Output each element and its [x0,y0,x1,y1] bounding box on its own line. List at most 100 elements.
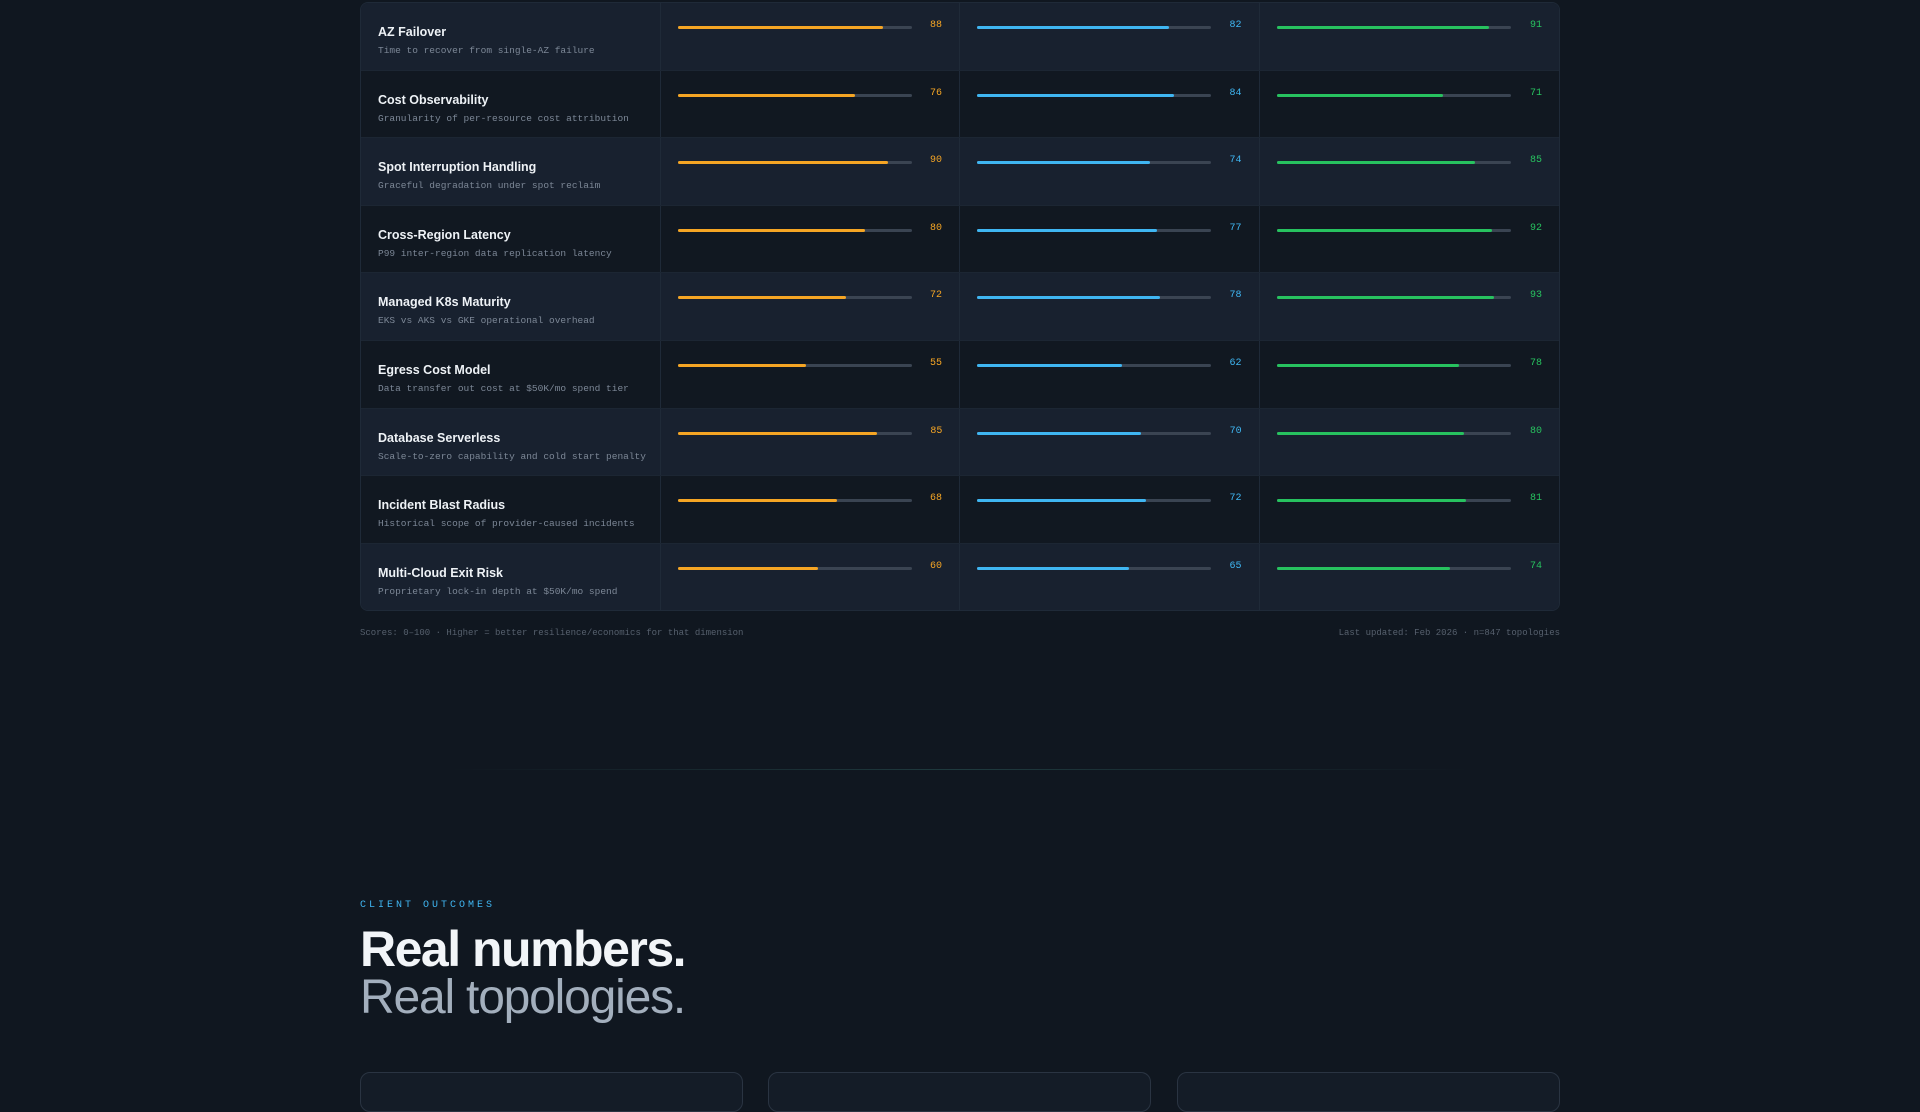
score-bar-track [1276,93,1511,97]
score-bar-track [1276,499,1511,503]
row-title: Multi-Cloud Exit Risk [378,565,503,580]
section-subheadline: Real topologies. [360,971,686,1024]
score-bar-fill [1276,566,1450,570]
row-title: AZ Failover [378,25,447,39]
score-cell: 76 [661,70,961,138]
comparison-table: AZ Failover Time to recover from single-A… [360,2,1560,611]
score-bar-fill [1276,499,1467,503]
row-description: Graceful degradation under spot reclaim [378,180,601,192]
section-headline: Real numbers. [360,921,687,977]
outcome-card[interactable] [1177,1072,1560,1112]
score-cell: 88 [661,3,961,70]
score-bar-track [678,431,912,435]
score-cell: 78 [960,273,1260,340]
score-value: 93 [1529,290,1542,302]
score-bar-track [1276,566,1511,570]
score-cell: 85 [1260,138,1559,205]
score-bar-track [1276,228,1511,232]
row-description: EKS vs AKS vs GKE operational overhead [378,315,595,327]
score-value: 82 [1229,20,1242,31]
score-value: 72 [1229,493,1242,505]
score-value: 74 [1229,155,1242,167]
table-row: Database Serverless Scale-to-zero capabil… [361,408,1559,477]
table-row: AZ Failover Time to recover from single-A… [361,3,1559,71]
score-bar-fill [677,499,837,503]
score-value: 72 [930,290,943,302]
table-row: Incident Blast Radius Historical scope of… [361,476,1559,544]
score-bar-fill [977,161,1151,165]
score-value: 78 [1529,357,1542,369]
score-cell: 71 [1260,71,1559,138]
score-value: 71 [1529,87,1542,99]
row-label-cell: Spot Interruption Handling Graceful degra… [361,138,661,205]
score-bar-fill [677,296,847,300]
row-title: Incident Blast Radius [378,498,506,513]
score-value: 62 [1229,357,1242,369]
score-bar-fill [1276,363,1460,367]
score-value: 68 [930,493,943,505]
row-title: Cross-Region Latency [378,227,511,242]
score-bar-track [677,296,912,300]
table-row: Egress Cost Model Data transfer out cost … [361,340,1559,409]
score-value: 84 [1229,87,1242,99]
score-cell: 80 [661,205,961,273]
score-cell: 70 [960,408,1260,476]
table-row: Cost Observability Granularity of per-res… [361,70,1559,139]
score-bar-fill [677,93,856,97]
score-bar-track [677,93,912,97]
score-value: 85 [1529,155,1542,167]
score-bar-track [977,499,1212,503]
score-bar-track [1276,296,1511,300]
score-bar-track [977,566,1212,570]
section-eyebrow: CLIENT OUTCOMES [360,900,496,911]
row-description: Scale-to-zero capability and cold start … [378,450,646,462]
score-bar-fill [677,363,807,367]
score-bar-fill [977,26,1169,29]
score-value: 88 [930,20,943,31]
score-bar-fill [977,296,1160,300]
row-label-cell: Database Serverless Scale-to-zero capabil… [361,408,661,476]
row-title: Database Serverless [378,430,501,445]
score-bar-fill [677,161,889,165]
score-value: 80 [930,222,943,234]
score-value: 80 [1529,425,1542,437]
score-bar-fill [1276,228,1492,232]
outcome-card[interactable] [768,1072,1151,1112]
score-bar-fill [677,26,884,29]
row-label-cell: Egress Cost Model Data transfer out cost … [361,340,661,408]
score-cell: 91 [1260,3,1559,70]
outcome-card[interactable] [360,1072,743,1112]
score-value: 78 [1229,290,1242,302]
table-row: Cross-Region Latency P99 inter-region dat… [361,205,1559,274]
score-bar-track [1276,431,1511,435]
score-cell: 90 [661,138,961,205]
score-bar-track [977,26,1212,29]
score-bar-fill [1276,431,1464,435]
score-cell: 65 [960,543,1260,610]
score-value: 91 [1529,20,1542,31]
table-row: Spot Interruption Handling Graceful degra… [361,138,1559,206]
score-bar-fill [1276,161,1476,165]
score-bar-track [677,363,912,367]
score-value: 85 [930,425,943,437]
score-bar-fill [677,566,818,570]
score-bar-fill [1276,26,1490,29]
row-description: Data transfer out cost at $50K/mo spend … [378,382,629,394]
score-legend: Scores: 0–100 · Higher = better resilien… [360,628,744,638]
score-bar-track [977,296,1212,300]
row-label-cell: Multi-Cloud Exit Risk Proprietary lock-in… [361,543,661,610]
score-cell: 78 [1260,341,1559,408]
table-row: Managed K8s Maturity EKS vs AKS vs GKE op… [361,273,1559,341]
score-bar-fill [977,363,1123,367]
score-bar-fill [1276,93,1443,97]
score-cell: 72 [661,273,961,340]
score-cell: 85 [661,408,961,476]
score-bar-track [677,228,912,232]
score-bar-track [677,499,912,503]
row-label-cell: Managed K8s Maturity EKS vs AKS vs GKE op… [361,273,661,340]
row-title: Cost Observability [378,92,489,107]
score-cell: 72 [960,476,1260,543]
score-value: 92 [1529,222,1542,234]
row-description: Historical scope of provider-caused inci… [378,518,635,530]
row-label-cell: Incident Blast Radius Historical scope of… [361,476,661,543]
